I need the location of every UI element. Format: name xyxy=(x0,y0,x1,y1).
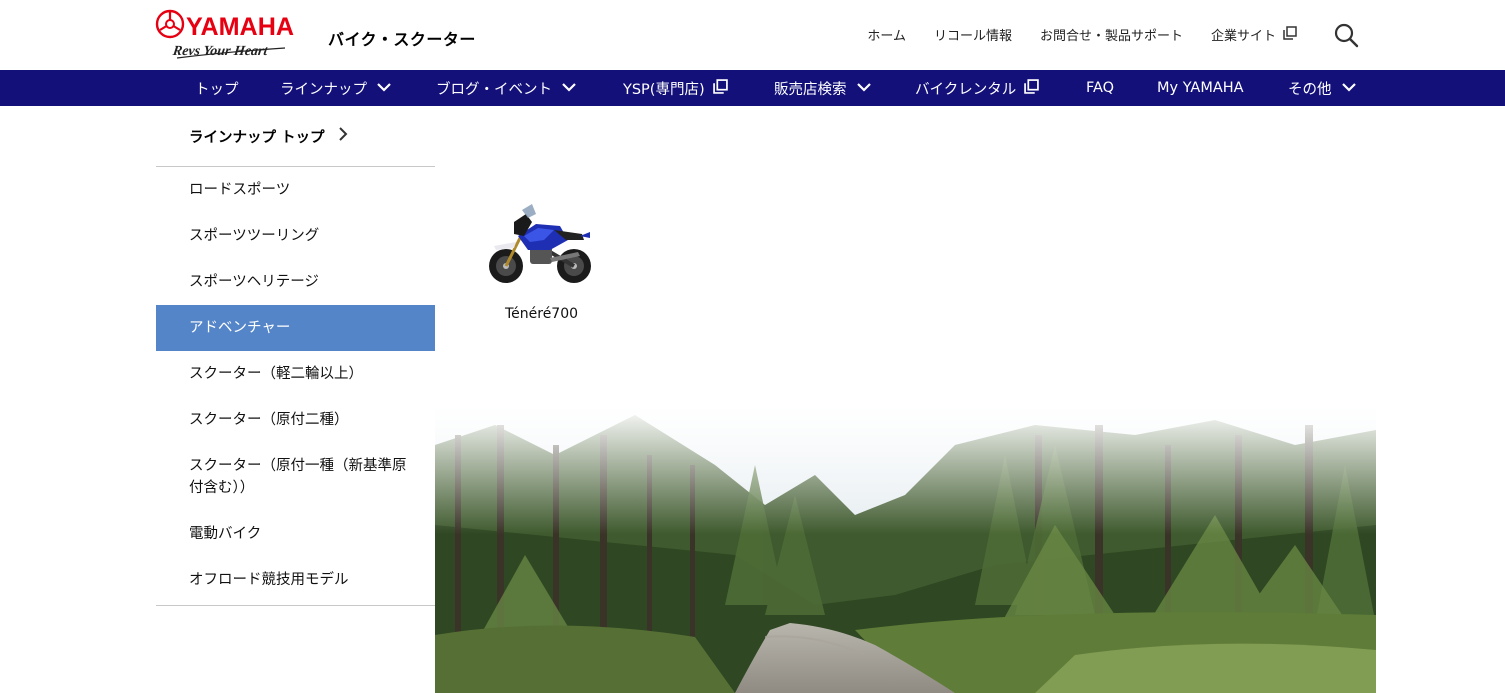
util-link-label: 企業サイト xyxy=(1210,29,1276,44)
search-button[interactable] xyxy=(1333,22,1359,48)
gnav-item-label: FAQ xyxy=(1086,80,1115,96)
product-name: Ténéré700 xyxy=(504,306,579,322)
external-link-icon xyxy=(1024,78,1040,98)
external-link-icon xyxy=(712,78,728,98)
product-card[interactable]: Ténéré700 xyxy=(484,200,599,322)
gnav-item-label: ブログ・イベント xyxy=(436,81,552,98)
sidebar-item-scooter-class2[interactable]: スクーター（原付二種） xyxy=(156,397,435,443)
gnav-item-label: My YAMAHA xyxy=(1157,80,1244,96)
util-link-label: ホーム xyxy=(867,29,906,44)
gnav-item-label: ラインナップ xyxy=(280,81,367,98)
sidebar-item-scooter-class1[interactable]: スクーター（原付一種（新基準原付含む）） xyxy=(156,443,435,511)
chevron-down-icon xyxy=(856,80,872,96)
util-link-support[interactable]: お問合せ・製品サポート xyxy=(1040,25,1183,44)
gnav-item-others[interactable]: その他 xyxy=(1288,70,1357,106)
hero-banner-image xyxy=(435,405,1376,693)
gnav-item-top[interactable]: トップ xyxy=(195,70,239,106)
chevron-right-icon xyxy=(338,126,348,146)
gnav-item-ysp[interactable]: YSP(専門店) xyxy=(623,70,728,106)
utility-nav: ホーム リコール情報 お問合せ・製品サポート 企業サイト xyxy=(867,25,1297,44)
gnav-item-rental[interactable]: バイクレンタル xyxy=(915,70,1040,106)
sidebar-category-list: ロードスポーツ スポーツツーリング スポーツヘリテージ アドベンチャー スクータ… xyxy=(156,167,435,606)
sidebar-top-label: ラインナップ トップ xyxy=(189,129,325,146)
site-title[interactable]: バイク・スクーター xyxy=(328,26,476,50)
category-sidebar: ラインナップ トップ ロードスポーツ スポーツツーリング スポーツヘリテージ ア… xyxy=(156,106,435,606)
gnav-item-blog-event[interactable]: ブログ・イベント xyxy=(436,70,577,106)
chevron-down-icon xyxy=(1341,80,1357,96)
gnav-item-label: 販売店検索 xyxy=(774,81,847,98)
util-link-corporate[interactable]: 企業サイト xyxy=(1211,25,1297,44)
util-link-label: リコール情報 xyxy=(933,29,1012,44)
site-header: YAMAHA Revs Your Heart バイク・スクーター ホーム リコー… xyxy=(0,0,1505,70)
logo-wordmark: YAMAHA xyxy=(186,13,294,41)
util-link-label: お問合せ・製品サポート xyxy=(1039,29,1183,44)
sidebar-item-sports-heritage[interactable]: スポーツヘリテージ xyxy=(156,259,435,305)
util-link-home[interactable]: ホーム xyxy=(867,25,906,44)
sidebar-item-offroad-competition[interactable]: オフロード競技用モデル xyxy=(156,557,435,603)
sidebar-item-road-sports[interactable]: ロードスポーツ xyxy=(156,167,435,213)
gnav-item-faq[interactable]: FAQ xyxy=(1086,70,1114,106)
yamaha-logo[interactable]: YAMAHA Revs Your Heart xyxy=(155,8,297,62)
gnav-item-my-yamaha[interactable]: My YAMAHA xyxy=(1157,70,1244,106)
chevron-down-icon xyxy=(376,80,392,96)
util-link-recall[interactable]: リコール情報 xyxy=(934,25,1012,44)
motorcycle-image xyxy=(489,204,591,283)
gnav-item-lineup[interactable]: ラインナップ xyxy=(280,70,392,106)
gnav-item-label: YSP(専門店) xyxy=(623,81,705,98)
sidebar-lineup-top-link[interactable]: ラインナップ トップ xyxy=(156,106,435,167)
global-nav: トップ ラインナップ ブログ・イベント YSP(専門店) 販売店検索 バイクレン… xyxy=(0,70,1505,106)
gnav-item-label: バイクレンタル xyxy=(915,81,1017,98)
gnav-item-dealer-search[interactable]: 販売店検索 xyxy=(774,70,872,106)
tuning-fork-emblem-icon xyxy=(155,9,185,39)
sidebar-item-electric[interactable]: 電動バイク xyxy=(156,511,435,557)
gnav-item-label: トップ xyxy=(195,81,239,98)
sidebar-item-adventure[interactable]: アドベンチャー xyxy=(156,305,435,351)
sidebar-item-sports-touring[interactable]: スポーツツーリング xyxy=(156,213,435,259)
chevron-down-icon xyxy=(561,80,577,96)
sidebar-item-scooter-light[interactable]: スクーター（軽二輪以上） xyxy=(156,351,435,397)
gnav-item-label: その他 xyxy=(1288,81,1332,98)
search-icon xyxy=(1334,23,1359,48)
external-link-icon xyxy=(1283,25,1297,44)
